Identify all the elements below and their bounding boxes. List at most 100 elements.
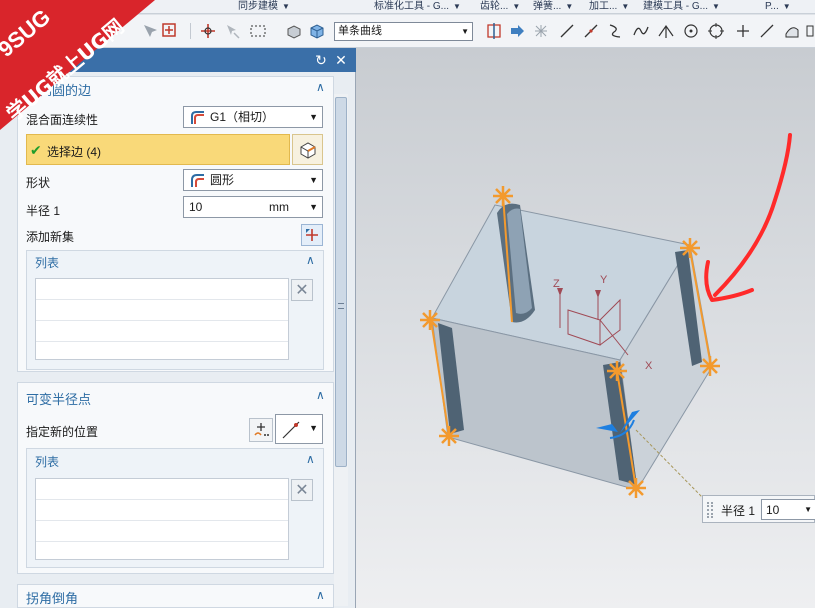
list-title-2: 列表 [35, 455, 60, 469]
point-on-curve-icon [282, 421, 300, 439]
toolbar-group-3[interactable]: 齿轮... ▼ [480, 0, 520, 14]
collapse-chevron-icon[interactable]: ∧ [316, 588, 325, 602]
axis-z-label: Z [553, 278, 560, 290]
axis-x-label: X [645, 360, 653, 372]
list-row [36, 521, 288, 542]
more-icon[interactable] [805, 21, 815, 41]
edges-section-title: 要倒圆的边 [26, 83, 92, 98]
intersection-icon[interactable] [656, 21, 676, 41]
chevron-down-icon: ▼ [309, 112, 318, 122]
chevron-down-icon: ▼ [782, 2, 791, 11]
radius-value: 10 [189, 200, 203, 214]
quadrant-point-icon[interactable] [706, 21, 726, 41]
list-box[interactable] [35, 278, 289, 360]
chevron-down-icon: ▼ [26, 2, 34, 11]
line-point-icon[interactable] [757, 21, 777, 41]
toolbar-group-0[interactable]: 建模 ▼ [2, 0, 34, 14]
list-box-2[interactable] [35, 478, 289, 560]
remove-button[interactable]: ✕ [291, 279, 313, 301]
point-type-dropdown[interactable]: ▼ [275, 414, 323, 444]
toolbar-group-5[interactable]: 加工... ▼ [589, 0, 629, 14]
continuity-dropdown[interactable]: G1（相切） ▼ [183, 106, 323, 128]
face-point-icon[interactable] [782, 21, 802, 41]
feature-curves-icon[interactable] [531, 21, 551, 41]
follow-fillet-icon[interactable] [507, 21, 527, 41]
solid-edge-icon [300, 141, 315, 159]
remove-button-2[interactable]: ✕ [291, 479, 313, 501]
radius-input[interactable]: 10 mm ▼ [183, 196, 323, 218]
radius-tip-input[interactable]: 10 ▼ [761, 499, 815, 520]
cube-view-icon[interactable] [307, 21, 327, 41]
line-icon[interactable] [557, 21, 577, 41]
curve-icon[interactable] [605, 21, 625, 41]
list-row [36, 279, 288, 300]
chevron-down-icon: ▼ [282, 2, 290, 11]
radius-tip-label: 半径 1 [721, 504, 756, 518]
add-set-label: 添加新集 [26, 230, 75, 244]
chevron-down-icon: ▼ [621, 2, 630, 11]
toolbar-group-4[interactable]: 弹簧... ▼ [533, 0, 573, 14]
toolbar-group-2[interactable]: 标准化工具 - G... ▼ [374, 0, 461, 14]
rectangle-select-icon[interactable] [248, 21, 268, 41]
drag-grip-icon[interactable] [707, 502, 713, 518]
curve-rule-dropdown[interactable]: 单条曲线 ▼ [334, 22, 473, 41]
reset-icon[interactable]: ↻ [312, 51, 330, 69]
specify-location-label: 指定新的位置 [26, 425, 99, 439]
select-filter-icon[interactable] [140, 21, 160, 41]
add-new-set-button[interactable] [301, 224, 323, 246]
collapse-chevron-icon[interactable]: ∧ [306, 452, 315, 466]
model-canvas[interactable]: Z Y X [356, 48, 815, 608]
toolbar-group-1[interactable]: 同步建模 ▼ [238, 0, 290, 14]
collapse-chevron-icon[interactable]: ∧ [316, 388, 325, 402]
checkmark-icon: ✔ [30, 142, 42, 158]
continuity-value: G1（相切） [210, 110, 275, 124]
toolbar-group-label: 同步建模 [238, 1, 278, 12]
snap-point-icon[interactable] [160, 21, 180, 41]
chevron-down-icon: ▼ [565, 2, 574, 11]
select-edge-button[interactable] [292, 134, 323, 165]
stop-at-intersection-icon[interactable] [484, 21, 504, 41]
grip-icon [338, 303, 344, 309]
plus-point-icon[interactable] [733, 21, 753, 41]
point-dialog-button[interactable] [249, 418, 273, 442]
toolbar-group-label: 加工... [589, 1, 618, 12]
list-row [36, 300, 288, 321]
chevron-down-icon: ▼ [453, 2, 461, 11]
toolbar-group-6[interactable]: 建模工具 - G... ▼ [643, 0, 720, 14]
add-set-icon [306, 229, 318, 241]
spline-icon[interactable] [631, 21, 651, 41]
circle-center-icon[interactable] [681, 21, 701, 41]
line-slant-icon[interactable] [581, 21, 601, 41]
radius-onscreen-input[interactable]: 半径 1 10 ▼ [702, 495, 815, 523]
continuity-label: 混合面连续性 [26, 113, 99, 127]
toolbar-group-label: 弹簧... [533, 1, 562, 12]
toolbar-group-7[interactable]: P... ▼ [765, 0, 791, 14]
toolbar-group-label: 建模 [2, 1, 22, 12]
toolbar-group-label: 齿轮... [480, 1, 509, 12]
collapse-chevron-icon[interactable]: ∧ [316, 80, 325, 94]
axis-y-label: Y [600, 274, 608, 286]
chevron-down-icon: ▼ [804, 505, 812, 514]
view-shaded-icon[interactable] [284, 21, 304, 41]
select-edge-row[interactable]: ✔ 选择边 (4) [26, 134, 290, 165]
shape-value: 圆形 [210, 173, 235, 187]
continuity-icon [190, 110, 206, 126]
close-icon[interactable]: ✕ [332, 51, 350, 69]
shape-dropdown[interactable]: 圆形 ▼ [183, 169, 323, 191]
scrollbar-thumb[interactable] [335, 97, 347, 467]
circular-shape-icon [190, 173, 206, 189]
point-constructor-icon[interactable] [198, 21, 218, 41]
collapse-chevron-icon[interactable]: ∧ [306, 253, 315, 267]
toolbar-group-bar: 建模 ▼ 同步建模 ▼ 标准化工具 - G... ▼ 齿轮... ▼ 弹簧... ▼ 加工... ▼ 建… [0, 0, 815, 14]
panel-scrollbar[interactable] [334, 94, 348, 606]
radius-unit: mm [269, 200, 289, 214]
edge-blend-dialog: ↻ ✕ 要倒圆的边 ∧ 混合面连续性 G1（相切） ▼ ✔ 选择边 (4) 形状… [0, 48, 356, 608]
deselect-icon[interactable] [222, 21, 242, 41]
chevron-down-icon: ▼ [461, 27, 469, 36]
graphics-viewport[interactable]: Z Y X [356, 48, 815, 608]
chevron-down-icon: ▼ [309, 423, 318, 433]
list-title: 列表 [35, 256, 60, 270]
dialog-header: ↻ ✕ [0, 48, 356, 72]
close-icon: ✕ [295, 482, 309, 499]
curve-rule-value: 单条曲线 [338, 25, 382, 37]
